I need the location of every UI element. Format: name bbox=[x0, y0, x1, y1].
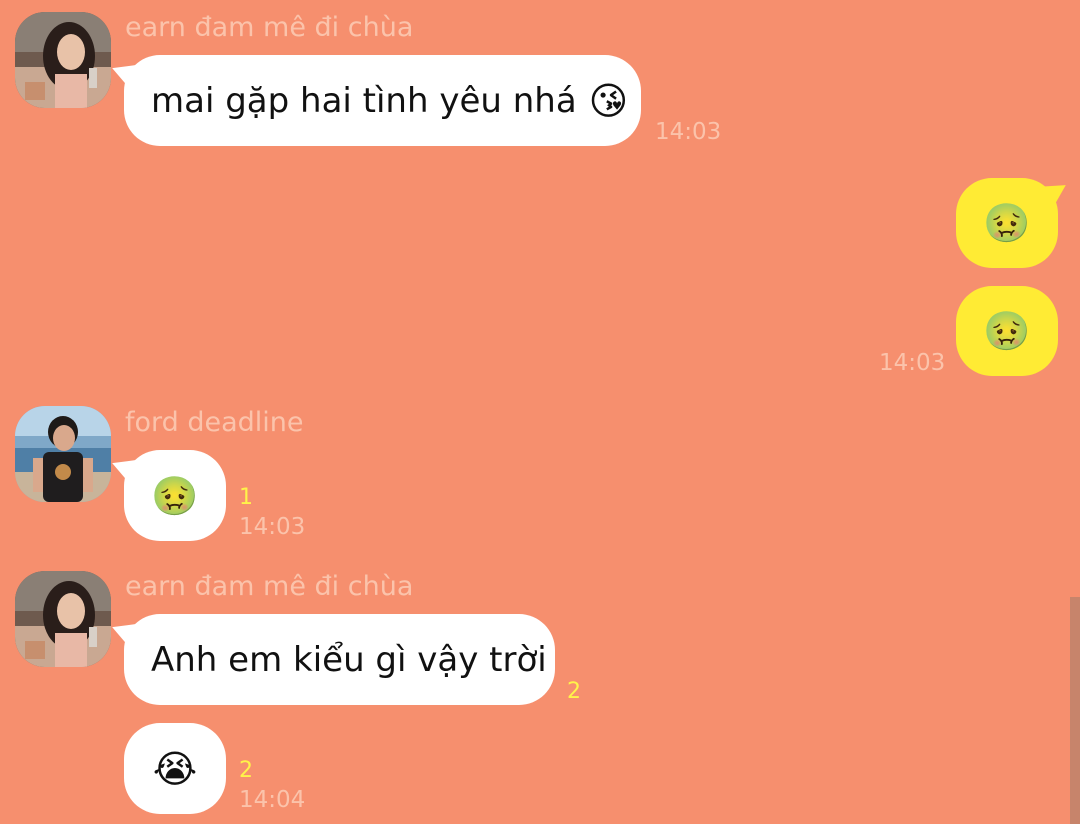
message-bubble[interactable]: 🤢 bbox=[124, 450, 226, 541]
message-text: mai gặp hai tình yêu nhá bbox=[151, 80, 577, 121]
scrollbar[interactable] bbox=[1070, 597, 1080, 824]
avatar-earn[interactable] bbox=[15, 12, 111, 108]
unread-count: 2 bbox=[567, 679, 581, 704]
chat-message-list[interactable]: earn đam mê đi chùa mai gặp hai tình yêu… bbox=[0, 0, 1080, 824]
nauseated-face-emoji: 🤢 bbox=[983, 201, 1031, 245]
outgoing-message-bubble[interactable]: 🤢 bbox=[956, 286, 1058, 376]
message-bubble[interactable]: Anh em kiểu gì vậy trời bbox=[124, 614, 555, 705]
message-bubble[interactable]: 😭 bbox=[124, 723, 226, 814]
message-text: Anh em kiểu gì vậy trời bbox=[151, 639, 547, 680]
message-time: 14:04 bbox=[239, 787, 306, 813]
unread-count: 2 bbox=[239, 758, 253, 783]
loudly-crying-face-emoji: 😭 bbox=[152, 746, 198, 791]
message-time: 14:03 bbox=[879, 350, 946, 376]
outgoing-message-bubble[interactable]: 🤢 bbox=[956, 178, 1058, 268]
sender-name: ford deadline bbox=[125, 407, 304, 438]
nauseated-face-emoji: 🤢 bbox=[151, 473, 199, 518]
avatar-image bbox=[15, 12, 111, 108]
avatar-ford[interactable] bbox=[15, 406, 111, 502]
message-bubble[interactable]: mai gặp hai tình yêu nhá 😘 bbox=[124, 55, 641, 146]
sender-name: earn đam mê đi chùa bbox=[125, 571, 414, 602]
kissing-face-emoji: 😘 bbox=[588, 78, 629, 123]
avatar-image bbox=[15, 571, 111, 667]
message-time: 14:03 bbox=[655, 119, 722, 145]
sender-name: earn đam mê đi chùa bbox=[125, 12, 414, 43]
unread-count: 1 bbox=[239, 485, 253, 510]
nauseated-face-emoji: 🤢 bbox=[983, 309, 1031, 353]
avatar-image bbox=[15, 406, 111, 502]
avatar-earn[interactable] bbox=[15, 571, 111, 667]
message-time: 14:03 bbox=[239, 514, 306, 540]
